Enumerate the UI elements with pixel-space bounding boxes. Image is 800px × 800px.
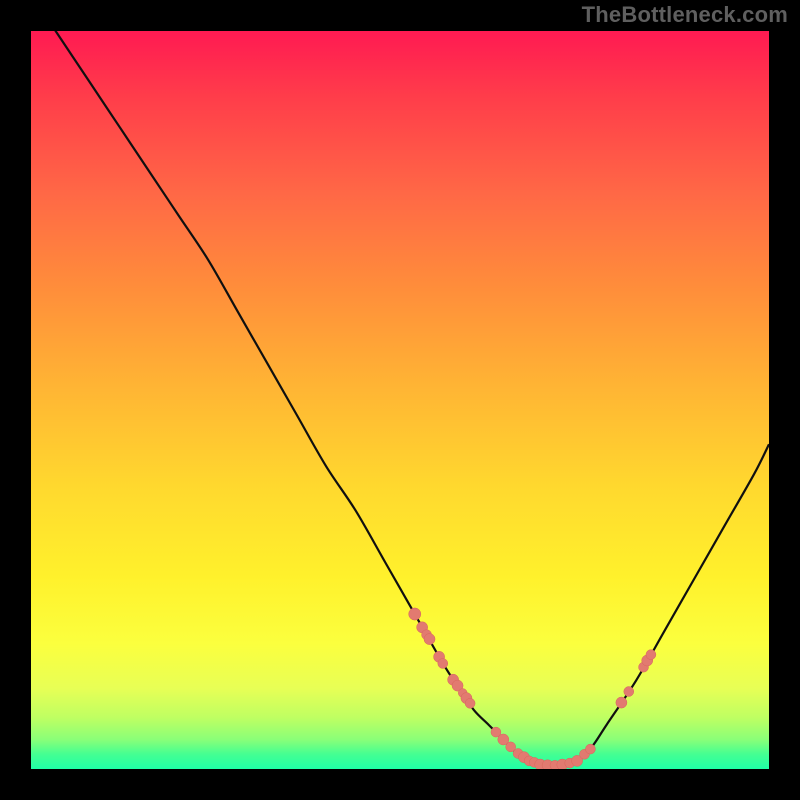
data-marker [409, 608, 421, 620]
data-marker [465, 698, 475, 708]
data-marker [438, 658, 448, 668]
chart-frame: TheBottleneck.com [0, 0, 800, 800]
watermark-text: TheBottleneck.com [582, 2, 788, 28]
bottleneck-curve [31, 31, 769, 766]
data-markers [409, 608, 656, 769]
data-marker [646, 650, 656, 660]
data-marker [585, 744, 595, 754]
data-marker [624, 687, 634, 697]
data-marker [424, 634, 435, 645]
plot-area [31, 31, 769, 769]
data-marker [616, 697, 627, 708]
curve-layer [31, 31, 769, 769]
